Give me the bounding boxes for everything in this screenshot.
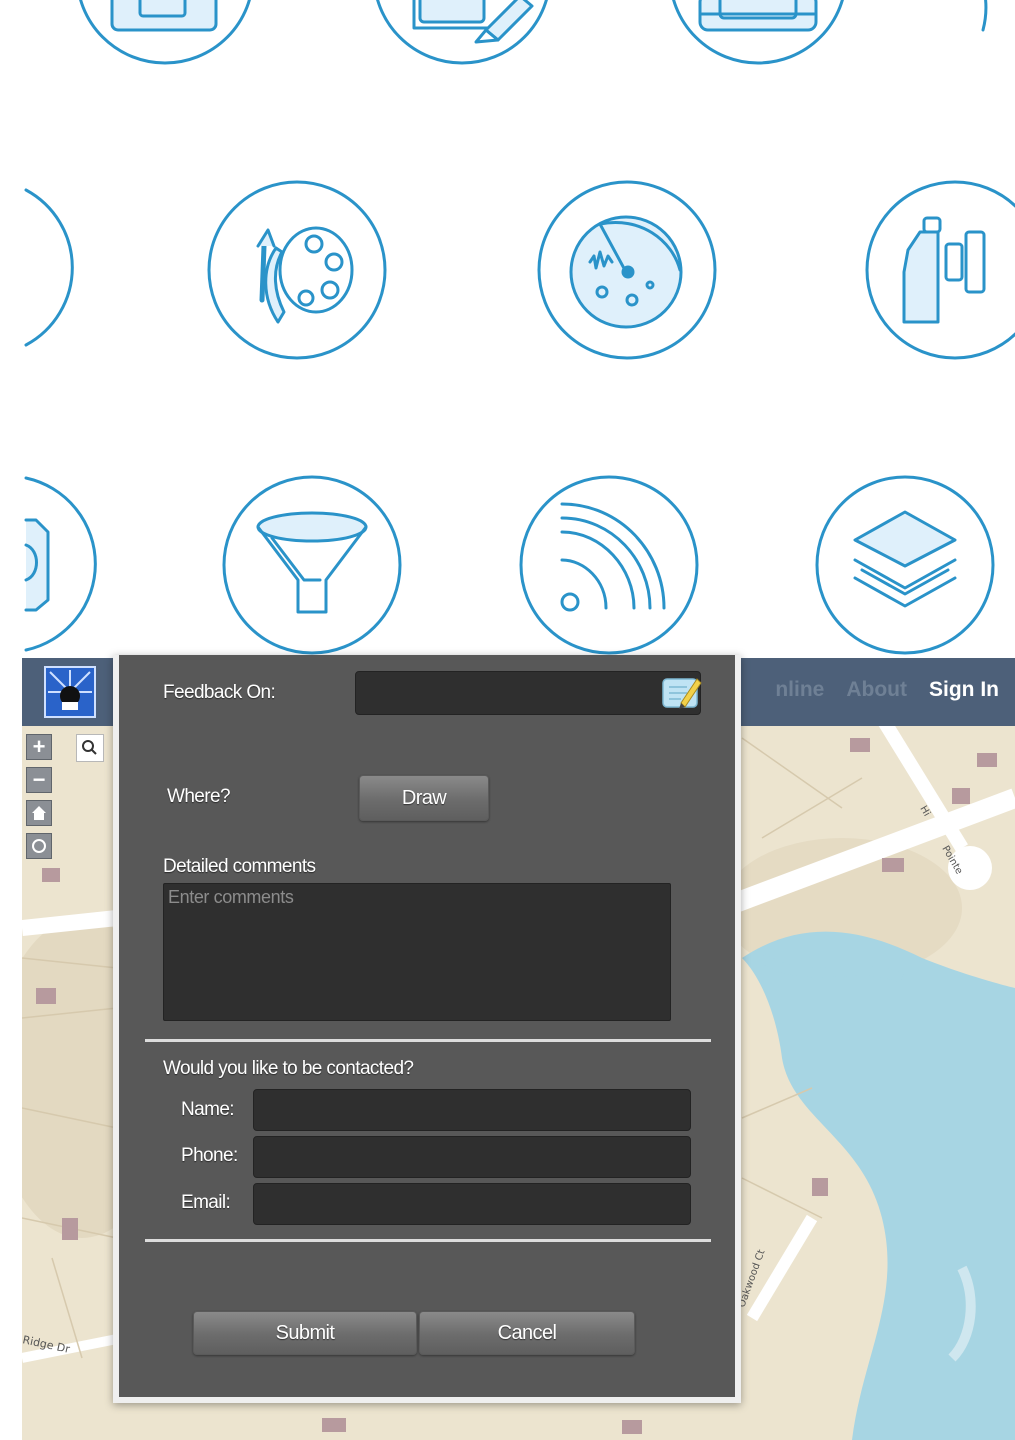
draw-button[interactable]: Draw [359, 775, 489, 821]
nav-item-about[interactable]: About [846, 678, 907, 702]
logo-icon [48, 670, 92, 714]
zoom-in-button[interactable]: + [26, 734, 52, 760]
comments-label: Detailed comments [163, 856, 316, 877]
name-field[interactable] [253, 1089, 691, 1131]
feedback-on-field[interactable] [355, 671, 701, 715]
map-search-button[interactable] [76, 734, 104, 762]
email-field[interactable] [253, 1183, 691, 1225]
nav-item-online[interactable]: nline [775, 678, 824, 702]
tablet-icon [79, 0, 251, 65]
home-icon [32, 806, 46, 820]
comments-placeholder: Enter comments [168, 887, 294, 907]
phone-label: Phone: [181, 1145, 238, 1166]
layers-icon [815, 475, 995, 655]
app-logo[interactable] [44, 666, 96, 718]
name-label: Name: [181, 1099, 235, 1120]
comments-textarea[interactable]: Enter comments [163, 883, 671, 1021]
binoculars-icon [865, 180, 1015, 360]
cancel-button[interactable]: Cancel [419, 1311, 635, 1355]
email-label: Email: [181, 1192, 231, 1213]
feedback-dialog: Feedback On: Where? Draw Detailed commen… [113, 655, 741, 1403]
phone-field[interactable] [253, 1136, 691, 1178]
locate-icon [32, 839, 46, 853]
section-divider [145, 1239, 711, 1242]
radar-icon [537, 180, 717, 360]
submit-button[interactable]: Submit [193, 1311, 417, 1355]
edit-note-icon[interactable] [661, 673, 703, 713]
edit-document-icon [376, 0, 548, 65]
feedback-on-label: Feedback On: [163, 682, 276, 703]
contact-question-label: Would you like to be contacted? [163, 1058, 414, 1079]
zoom-out-button[interactable]: − [26, 767, 52, 793]
plus-icon: + [32, 734, 46, 759]
home-button[interactable] [26, 800, 52, 826]
partial-circle-icon [24, 188, 74, 347]
section-divider [145, 1039, 711, 1042]
icon-showcase [0, 0, 1015, 658]
funnel-icon [222, 475, 402, 655]
nav-item-sign-in[interactable]: Sign In [929, 678, 999, 702]
partial-circle-icon [981, 0, 988, 32]
header-nav: nline About Sign In [775, 678, 999, 702]
minus-icon: − [32, 767, 46, 792]
search-icon [82, 740, 97, 755]
palette-icon [207, 180, 387, 360]
locate-button[interactable] [26, 833, 52, 859]
rss-icon [519, 475, 699, 655]
ticket-icon [24, 476, 97, 652]
toolbox-icon [672, 0, 844, 65]
where-label: Where? [167, 786, 231, 807]
map-controls: + − [26, 734, 52, 866]
icon-grid [24, 0, 1015, 655]
